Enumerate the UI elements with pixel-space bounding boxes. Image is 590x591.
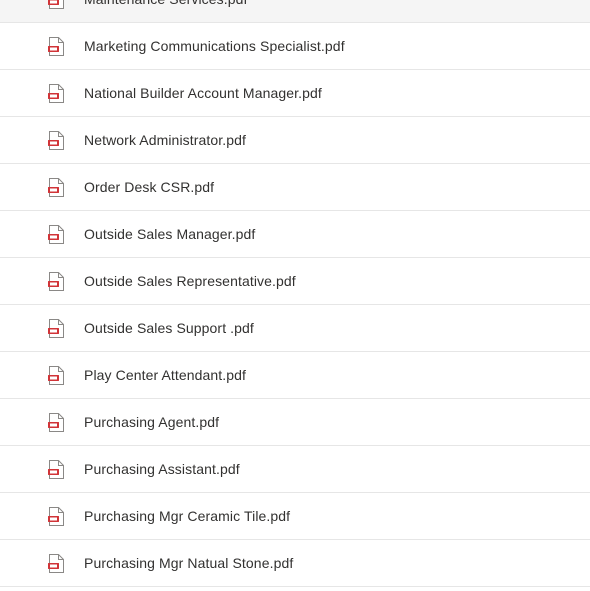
pdf-file-icon — [48, 554, 64, 573]
file-row[interactable]: Purchasing Mgr Ceramic Tile.pdf — [0, 493, 590, 540]
pdf-file-icon — [48, 225, 64, 244]
file-row[interactable]: Maintenance Services.pdf — [0, 0, 590, 23]
file-row[interactable]: Purchasing Mgr Natual Stone.pdf — [0, 540, 590, 587]
pdf-file-icon — [48, 460, 64, 479]
file-row[interactable]: Play Center Attendant.pdf — [0, 352, 590, 399]
file-row[interactable]: Purchasing Assistant.pdf — [0, 446, 590, 493]
file-name: Purchasing Assistant.pdf — [84, 461, 240, 477]
file-row[interactable]: Marketing Communications Specialist.pdf — [0, 23, 590, 70]
file-list: Maintenance Services.pdf Marketing Commu… — [0, 0, 590, 587]
file-name: Maintenance Services.pdf — [84, 0, 248, 7]
pdf-file-icon — [48, 366, 64, 385]
pdf-file-icon — [48, 84, 64, 103]
file-row[interactable]: Outside Sales Representative.pdf — [0, 258, 590, 305]
file-name: Purchasing Mgr Natual Stone.pdf — [84, 555, 294, 571]
file-row[interactable]: National Builder Account Manager.pdf — [0, 70, 590, 117]
file-row[interactable]: Order Desk CSR.pdf — [0, 164, 590, 211]
file-name: Outside Sales Manager.pdf — [84, 226, 256, 242]
pdf-file-icon — [48, 413, 64, 432]
pdf-file-icon — [48, 507, 64, 526]
file-name: Play Center Attendant.pdf — [84, 367, 247, 383]
file-name: Order Desk CSR.pdf — [84, 179, 215, 195]
file-name: Outside Sales Representative.pdf — [84, 273, 296, 289]
file-row[interactable]: Network Administrator.pdf — [0, 117, 590, 164]
pdf-file-icon — [48, 131, 64, 150]
pdf-file-icon — [48, 37, 64, 56]
file-name: Outside Sales Support .pdf — [84, 320, 254, 336]
file-name: Purchasing Mgr Ceramic Tile.pdf — [84, 508, 291, 524]
pdf-file-icon — [48, 0, 64, 9]
file-name: Network Administrator.pdf — [84, 132, 247, 148]
file-name: Marketing Communications Specialist.pdf — [84, 38, 345, 54]
pdf-file-icon — [48, 178, 64, 197]
pdf-file-icon — [48, 319, 64, 338]
pdf-file-icon — [48, 272, 64, 291]
file-row[interactable]: Outside Sales Support .pdf — [0, 305, 590, 352]
file-name: National Builder Account Manager.pdf — [84, 85, 322, 101]
file-name: Purchasing Agent.pdf — [84, 414, 220, 430]
file-row[interactable]: Purchasing Agent.pdf — [0, 399, 590, 446]
file-row[interactable]: Outside Sales Manager.pdf — [0, 211, 590, 258]
